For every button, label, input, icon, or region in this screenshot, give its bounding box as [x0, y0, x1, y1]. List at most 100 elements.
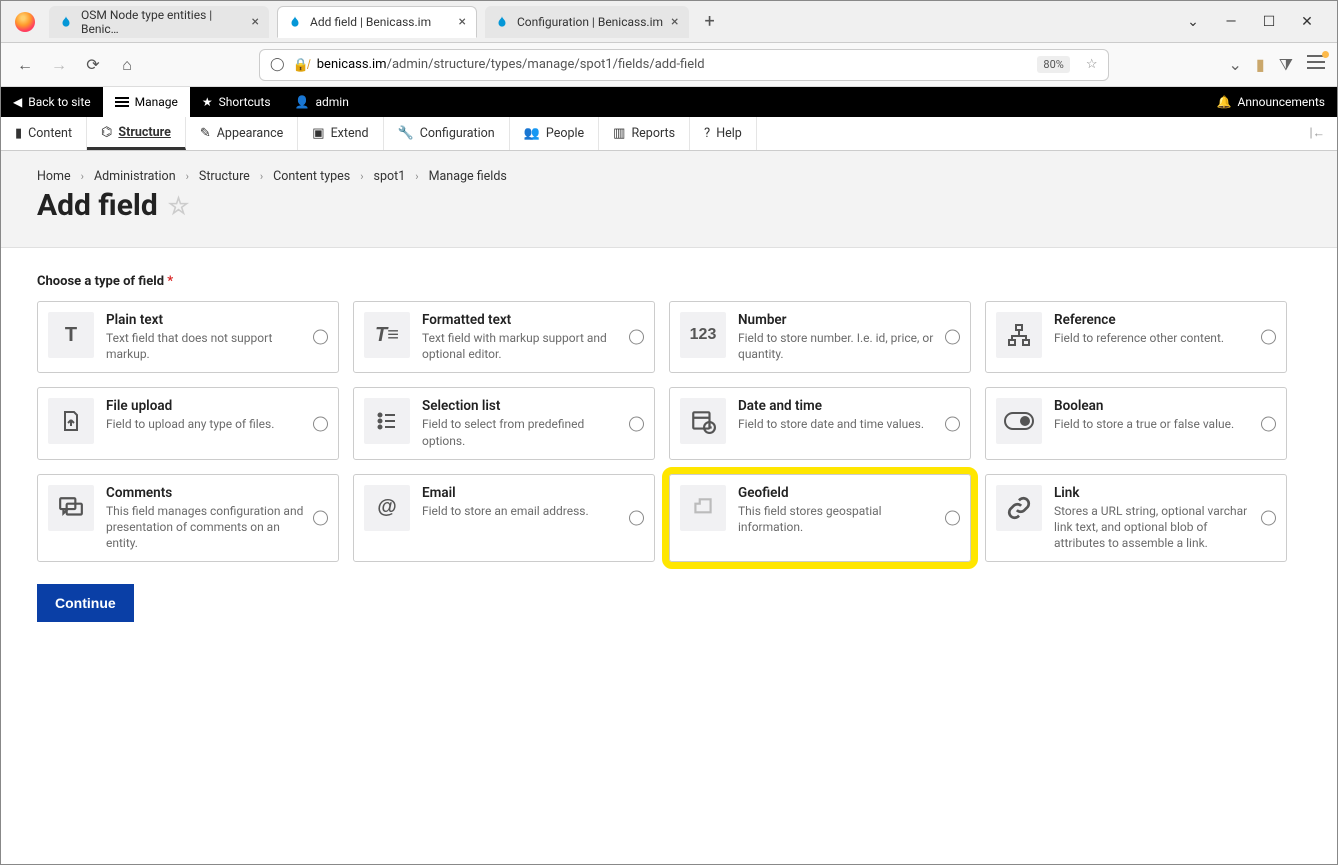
back-icon[interactable]: ← [13, 55, 37, 75]
selection-list-icon [364, 398, 410, 444]
menu-structure[interactable]: ⌬Structure [87, 117, 186, 150]
breadcrumb-item[interactable]: Structure [199, 169, 250, 184]
page-title: Add field ☆ [37, 188, 1301, 223]
menu-content[interactable]: ▮Content [1, 117, 87, 150]
menu-people[interactable]: 👥People [510, 117, 599, 150]
home-icon[interactable]: ⌂ [115, 55, 139, 75]
new-tab-button[interactable]: + [697, 11, 723, 32]
radio-icon [629, 330, 644, 345]
field-option-file-upload[interactable]: File uploadField to upload any type of f… [37, 387, 339, 459]
zoom-level[interactable]: 80% [1037, 56, 1069, 73]
radio-icon [313, 416, 328, 431]
collapse-toolbar-icon[interactable]: |← [1297, 126, 1337, 141]
field-option-reference[interactable]: ReferenceField to reference other conten… [985, 301, 1287, 373]
admin-toolbar: ◀ Back to site Manage ★ Shortcuts 👤 admi… [1, 87, 1337, 117]
browser-tab[interactable]: Configuration | Benicass.im × [485, 6, 689, 38]
page-content: Choose a type of field * T Plain textTex… [1, 248, 1337, 648]
shortcuts-button[interactable]: ★ Shortcuts [190, 87, 283, 117]
url-path: /admin/structure/types/manage/spot1/fiel… [387, 57, 705, 72]
shortcuts-label: Shortcuts [219, 95, 271, 109]
radio-icon [629, 416, 644, 431]
breadcrumb: Home› Administration› Structure› Content… [37, 169, 1301, 184]
radio-icon [313, 511, 328, 526]
drupal-icon [288, 15, 302, 29]
url-bar: ← → ⟳ ⌂ ◯ 🔒̸ benicass.im/admin/structure… [1, 43, 1337, 87]
field-option-geofield[interactable]: GeofieldThis field stores geospatial inf… [669, 474, 971, 563]
browser-tab[interactable]: OSM Node type entities | Benic… × [49, 6, 269, 38]
close-icon[interactable]: × [459, 15, 466, 29]
structure-icon: ⌬ [101, 125, 112, 140]
reload-icon[interactable]: ⟳ [81, 55, 105, 74]
extend-icon: ▣ [312, 126, 324, 141]
field-option-selection-list[interactable]: Selection listField to select from prede… [353, 387, 655, 459]
maximize-icon[interactable]: ☐ [1259, 14, 1279, 30]
reference-icon [996, 312, 1042, 358]
manage-button[interactable]: Manage [103, 87, 190, 117]
announcements-label: Announcements [1238, 95, 1325, 109]
radio-icon [313, 330, 328, 345]
close-icon[interactable]: × [671, 15, 678, 29]
hamburger-icon [115, 97, 129, 107]
back-to-site-button[interactable]: ◀ Back to site [1, 87, 103, 117]
page-header: Home› Administration› Structure› Content… [1, 151, 1337, 248]
field-option-number[interactable]: 123 NumberField to store number. I.e. id… [669, 301, 971, 373]
browser-tab-active[interactable]: Add field | Benicass.im × [277, 6, 477, 38]
field-option-link[interactable]: LinkStores a URL string, optional varcha… [985, 474, 1287, 563]
shortcut-star-icon[interactable]: ☆ [168, 192, 190, 220]
number-icon: 123 [680, 312, 726, 358]
firefox-icon [15, 12, 35, 32]
chevron-down-icon[interactable]: ⌄ [1183, 14, 1203, 30]
field-option-date-time[interactable]: Date and timeField to store date and tim… [669, 387, 971, 459]
comments-icon [48, 485, 94, 531]
field-type-grid: T Plain textText field that does not sup… [37, 301, 1301, 562]
field-type-legend: Choose a type of field * [37, 274, 1301, 289]
wrench-icon: 🔧 [398, 126, 414, 141]
close-icon[interactable]: × [252, 15, 259, 29]
menu-appearance[interactable]: ✎Appearance [186, 117, 298, 150]
breadcrumb-item[interactable]: Administration [94, 169, 176, 184]
radio-icon [1261, 330, 1276, 345]
breadcrumb-item[interactable]: Manage fields [429, 169, 507, 184]
appearance-icon: ✎ [200, 126, 211, 141]
reports-icon: ▥ [613, 126, 625, 141]
field-option-formatted-text[interactable]: T≡ Formatted textText field with markup … [353, 301, 655, 373]
breadcrumb-item[interactable]: Content types [273, 169, 350, 184]
menu-icon[interactable] [1307, 55, 1325, 69]
drupal-icon [59, 15, 73, 29]
extension-icon[interactable]: ▮ [1256, 55, 1265, 75]
email-icon: @ [364, 485, 410, 531]
menu-reports[interactable]: ▥Reports [599, 117, 690, 150]
menu-configuration[interactable]: 🔧Configuration [384, 117, 510, 150]
geofield-icon [680, 485, 726, 531]
back-icon: ◀ [13, 95, 22, 109]
bell-icon: 🔔 [1217, 95, 1232, 109]
field-option-boolean[interactable]: BooleanField to store a true or false va… [985, 387, 1287, 459]
boolean-icon [996, 398, 1042, 444]
menu-extend[interactable]: ▣Extend [298, 117, 383, 150]
menu-help[interactable]: ?Help [690, 117, 757, 150]
breadcrumb-item[interactable]: spot1 [374, 169, 406, 184]
breadcrumb-item[interactable]: Home [37, 169, 71, 184]
lock-warning-icon: 🔒̸ [293, 57, 309, 73]
admin-menu: ▮Content ⌬Structure ✎Appearance ▣Extend … [1, 117, 1337, 151]
file-upload-icon [48, 398, 94, 444]
radio-icon [629, 511, 644, 526]
browser-tab-strip: OSM Node type entities | Benic… × Add fi… [1, 1, 1337, 43]
pocket-icon[interactable]: ⌄ [1229, 55, 1242, 75]
plain-text-icon: T [48, 312, 94, 358]
tab-label: OSM Node type entities | Benic… [81, 8, 244, 36]
address-bar[interactable]: ◯ 🔒̸ benicass.im/admin/structure/types/m… [259, 49, 1109, 81]
continue-button[interactable]: Continue [37, 584, 134, 622]
shield-icon: ◯ [270, 57, 285, 72]
extensions-puzzle-icon[interactable]: ⧩ [1279, 55, 1293, 75]
field-option-comments[interactable]: CommentsThis field manages configuration… [37, 474, 339, 563]
bookmark-star-icon[interactable]: ☆ [1086, 57, 1098, 72]
user-menu[interactable]: 👤 admin [283, 87, 361, 117]
announcements-button[interactable]: 🔔 Announcements [1205, 87, 1337, 117]
field-option-plain-text[interactable]: T Plain textText field that does not sup… [37, 301, 339, 373]
user-label: admin [315, 95, 348, 109]
minimize-icon[interactable]: — [1221, 14, 1241, 30]
radio-icon [945, 416, 960, 431]
close-window-icon[interactable]: ✕ [1297, 14, 1317, 30]
field-option-email[interactable]: @ EmailField to store an email address. [353, 474, 655, 563]
